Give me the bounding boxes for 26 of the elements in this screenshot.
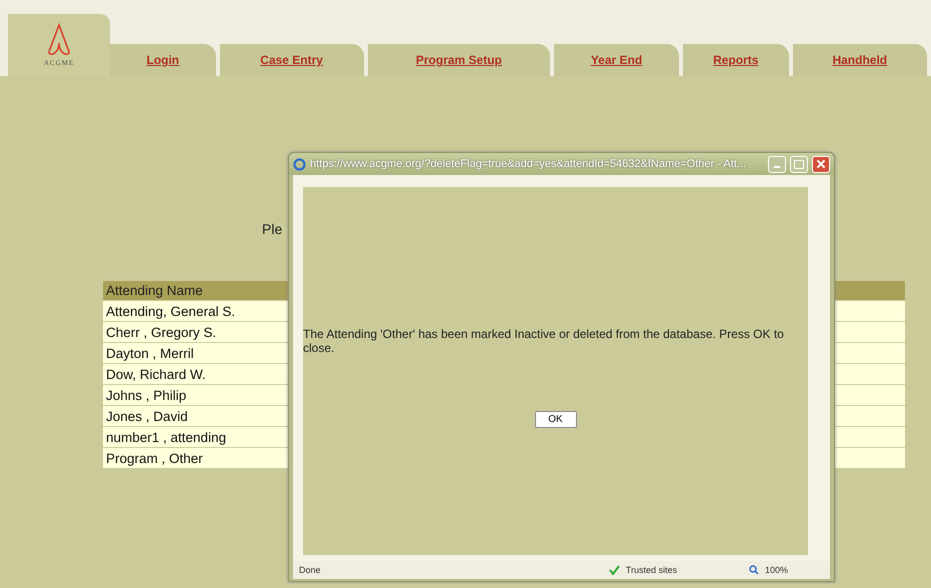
zone-text: Trusted sites: [626, 565, 677, 575]
table-cell-text: Dayton , Merril: [105, 344, 195, 363]
prompt-text: Ple: [262, 221, 282, 237]
browser-icon: [293, 158, 306, 170]
table-cell-text: Dow, Richard W.: [105, 366, 207, 384]
nav-link[interactable]: Reports: [713, 53, 758, 67]
table-cell-text: Johns , Philip: [105, 386, 188, 405]
table-cell-text: Jones , David: [105, 408, 189, 426]
nav-link[interactable]: Login: [146, 53, 180, 67]
check-icon: [608, 565, 620, 575]
ok-button[interactable]: OK: [534, 411, 576, 428]
nav-link[interactable]: Year End: [590, 53, 642, 67]
zoom-level[interactable]: 100%: [764, 565, 788, 575]
nav-link[interactable]: Handheld: [832, 53, 888, 67]
status-text: Done: [299, 565, 321, 575]
close-button[interactable]: [812, 156, 830, 172]
minimize-button[interactable]: [768, 156, 786, 172]
message-text: The Attending 'Other' has been marked Inactive or deleted from the database. Press OK to close.: [303, 327, 785, 355]
table-cell-text: Program , Other: [105, 450, 204, 468]
table-cell-text: number1 , attending: [105, 428, 228, 447]
maximize-button[interactable]: [790, 156, 808, 172]
nav-link[interactable]: Case Entry: [260, 53, 323, 67]
zoom-icon: [748, 565, 759, 575]
window-title: https://www.acgme.org/?deleteFlag=true&add=yes&attendId=54632&fName=Other - Att...: [310, 158, 747, 170]
table-cell-text: Attending, General S.: [105, 302, 236, 321]
table-cell-text: Cherr , Gregory S.: [105, 324, 218, 342]
